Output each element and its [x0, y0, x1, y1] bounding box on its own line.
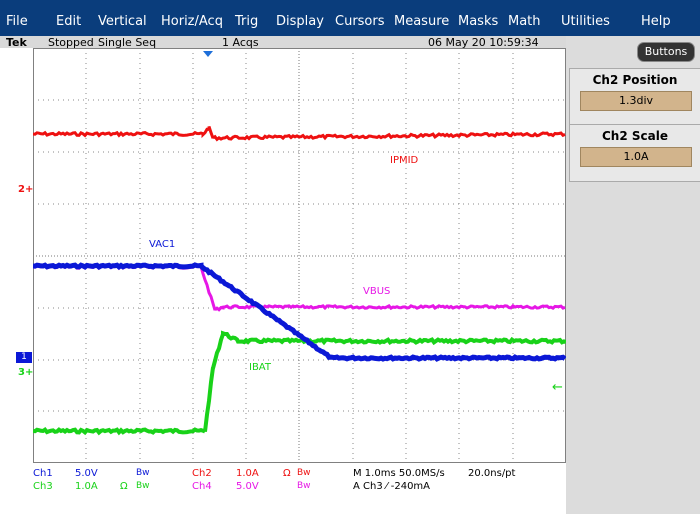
menu-cursors[interactable]: Cursors: [335, 0, 385, 36]
ch2-scale[interactable]: 1.0A: [236, 468, 259, 480]
ch1-ground-marker[interactable]: 1: [16, 352, 32, 363]
ibat-label: IBAT: [249, 362, 272, 373]
ch2-scale-title: Ch2 Scale: [602, 129, 668, 143]
vac1-label: VAC1: [149, 239, 175, 250]
ch3-scale[interactable]: 1.0A: [75, 481, 98, 493]
ch1-scale[interactable]: 5.0V: [75, 468, 98, 480]
menu-measure[interactable]: Measure: [394, 0, 449, 36]
ch3-bandwidth: Bw: [136, 481, 150, 491]
control-panel: Buttons Ch2 Position 1.3div Ch2 Scale 1.…: [566, 36, 700, 514]
menu-trig[interactable]: Trig: [235, 0, 258, 36]
menu-edit[interactable]: Edit: [56, 0, 81, 36]
ch3-name[interactable]: Ch3: [33, 481, 53, 493]
ch2-marker-arrow-icon: +: [24, 184, 34, 195]
menu-file[interactable]: File: [6, 0, 28, 36]
ch4-name[interactable]: Ch4: [192, 481, 212, 493]
ch3-marker-arrow-icon: +: [24, 367, 34, 378]
ch3-ground-marker[interactable]: 3+: [18, 367, 33, 378]
waveform-display[interactable]: IPMID VAC1 VBUS IBAT ←: [33, 48, 566, 463]
buttons-toggle-button[interactable]: Buttons: [637, 42, 695, 62]
menu-masks[interactable]: Masks: [458, 0, 498, 36]
ch1-bandwidth: Bw: [136, 468, 150, 478]
timebase-readout[interactable]: M 1.0ms 50.0MS/s: [353, 468, 445, 480]
sample-resolution: 20.0ns/pt: [468, 468, 516, 479]
menu-display[interactable]: Display: [276, 0, 324, 36]
menu-horiz-acq[interactable]: Horiz/Acq: [161, 0, 223, 36]
trigger-readout[interactable]: A Ch3 ⁄ -240mA: [353, 481, 430, 493]
ch4-bandwidth: Bw: [297, 481, 311, 491]
graticule-center-axes: [33, 48, 566, 463]
ch2-position-value[interactable]: 1.3div: [580, 91, 692, 111]
ch2-position-title: Ch2 Position: [592, 73, 678, 87]
ch3-marker-label: 3: [18, 367, 25, 378]
brand-label: Tek: [6, 36, 27, 49]
ch2-bandwidth: Bw: [297, 468, 311, 478]
ch2-scale-control[interactable]: Ch2 Scale 1.0A: [569, 124, 700, 182]
ch1-marker-label: 1: [21, 352, 27, 362]
ch4-scale[interactable]: 5.0V: [236, 481, 259, 493]
vbus-label: VBUS: [363, 286, 390, 297]
ch2-marker-label: 2: [18, 184, 25, 195]
ch3-ohm: Ω: [120, 481, 128, 492]
ch2-name[interactable]: Ch2: [192, 468, 212, 480]
menu-vertical[interactable]: Vertical: [98, 0, 147, 36]
ch2-position-control[interactable]: Ch2 Position 1.3div: [569, 68, 700, 126]
menu-utilities[interactable]: Utilities: [561, 0, 610, 36]
trigger-level-arrow-icon: ←: [552, 380, 563, 395]
ch1-name[interactable]: Ch1: [33, 468, 53, 480]
trigger-position-icon: [203, 51, 213, 57]
menu-bar: File Edit Vertical Horiz/Acq Trig Displa…: [0, 0, 700, 36]
menu-help[interactable]: Help: [641, 0, 671, 36]
ipmid-label: IPMID: [390, 155, 419, 166]
menu-math[interactable]: Math: [508, 0, 541, 36]
ch2-ground-marker[interactable]: 2+: [18, 184, 33, 195]
ch2-ohm: Ω: [283, 468, 291, 479]
ch2-scale-value[interactable]: 1.0A: [580, 147, 692, 167]
